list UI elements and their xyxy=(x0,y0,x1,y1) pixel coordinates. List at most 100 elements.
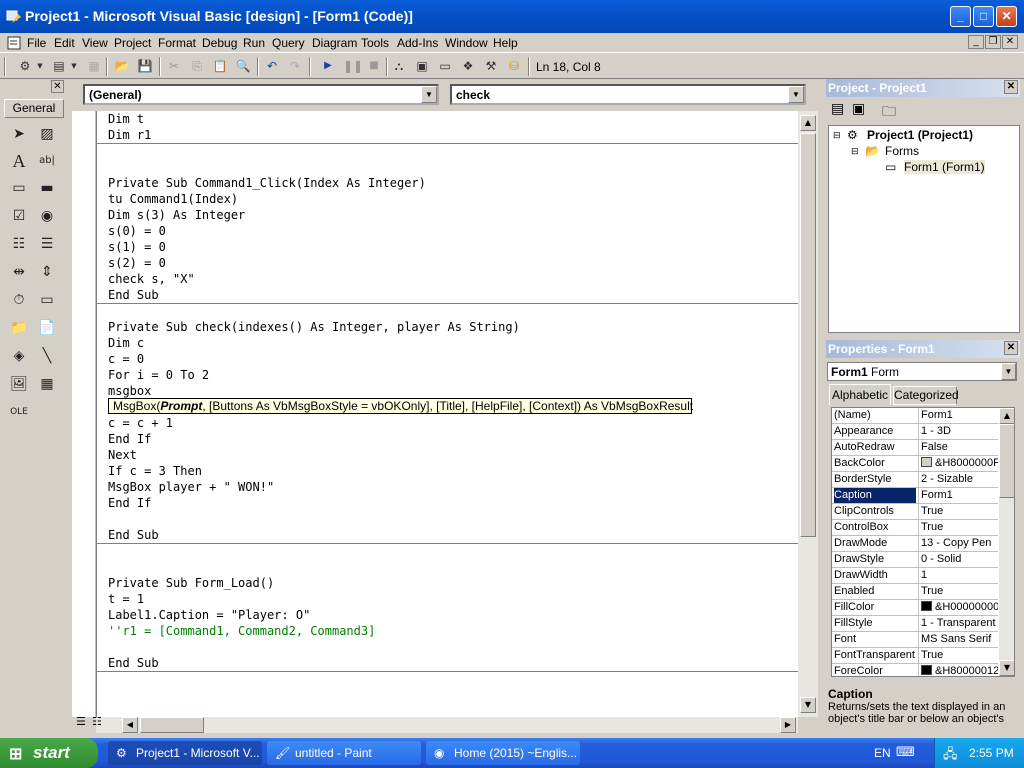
toolbox-tab-general[interactable]: General xyxy=(4,99,64,118)
property-row[interactable]: Appearance 1 - 3D xyxy=(832,424,998,440)
property-row[interactable]: AutoRedraw False xyxy=(832,440,998,456)
code-line[interactable]: c = c + 1 xyxy=(108,415,173,431)
code-line[interactable]: tu Command1(Index) xyxy=(108,191,238,207)
form-layout-icon[interactable]: ▭ xyxy=(437,58,453,74)
code-line[interactable]: Dim c xyxy=(108,335,144,351)
code-editor[interactable]: Dim t Dim r1 Private Sub Command1_Click(… xyxy=(96,111,798,717)
code-line[interactable]: Dim r1 xyxy=(108,127,151,143)
scroll-down-icon[interactable]: ▼ xyxy=(800,697,816,713)
keyboard-icon[interactable]: ⌨ xyxy=(896,745,915,760)
property-row[interactable]: Font MS Sans Serif xyxy=(832,632,998,648)
end-icon[interactable]: ■ xyxy=(366,58,382,74)
code-line[interactable]: s(2) = 0 xyxy=(108,255,166,271)
tree-forms-folder[interactable]: Forms xyxy=(885,144,919,158)
procedure-view-icon[interactable]: ☰ xyxy=(76,715,86,728)
combobox-tool-icon[interactable]: ☷ xyxy=(7,232,31,256)
menu-tools[interactable]: Tools xyxy=(361,36,389,50)
property-value[interactable]: False xyxy=(918,440,998,455)
property-row[interactable]: DrawStyle 0 - Solid xyxy=(832,552,998,568)
start-icon[interactable]: ▶ xyxy=(320,58,336,74)
code-line[interactable]: Private Sub check(indexes() As Integer, … xyxy=(108,319,520,335)
commandbutton-tool-icon[interactable]: ▬ xyxy=(35,176,59,200)
property-value[interactable]: Form1 xyxy=(918,488,998,503)
object-browser-icon[interactable]: ❖ xyxy=(460,58,476,74)
task-paint[interactable]: 🖌 untitled - Paint xyxy=(267,741,421,765)
tab-categorized[interactable]: Categorized xyxy=(893,386,959,405)
property-value[interactable]: 1 xyxy=(918,568,998,583)
chevron-down-icon[interactable]: ▼ xyxy=(421,86,437,103)
code-line[interactable]: Next xyxy=(108,447,137,463)
property-row-selected[interactable]: Caption Form1 xyxy=(832,488,998,504)
property-row[interactable]: (Name) Form1 xyxy=(832,408,998,424)
code-line[interactable]: s(1) = 0 xyxy=(108,239,166,255)
menu-query[interactable]: Query xyxy=(272,36,305,50)
property-value[interactable]: True xyxy=(918,648,998,663)
properties-close-button[interactable]: ✕ xyxy=(1004,341,1018,355)
window-title-bar[interactable]: Project1 - Microsoft Visual Basic [desig… xyxy=(0,0,1024,33)
scroll-thumb[interactable] xyxy=(999,424,1014,498)
vscrollbar-tool-icon[interactable]: ⇕ xyxy=(35,260,59,284)
ole-tool-icon[interactable]: OLE xyxy=(7,400,31,424)
mdi-close-button[interactable]: ✕ xyxy=(1002,35,1018,49)
open-icon[interactable]: 📂 xyxy=(114,58,130,74)
full-module-view-icon[interactable]: ☷ xyxy=(92,715,102,728)
menu-edit[interactable]: Edit xyxy=(54,36,75,50)
property-value[interactable]: True xyxy=(918,520,998,535)
language-indicator[interactable]: EN xyxy=(874,746,891,760)
code-line[interactable]: c = 0 xyxy=(108,351,144,367)
tree-project-node[interactable]: Project1 (Project1) xyxy=(867,128,973,142)
task-vb[interactable]: ⚙ Project1 - Microsoft V... xyxy=(108,741,262,765)
undo-icon[interactable]: ↶ xyxy=(264,58,280,74)
shape-tool-icon[interactable]: ◈ xyxy=(7,344,31,368)
code-line[interactable]: check s, "X" xyxy=(108,271,195,287)
hscrollbar-tool-icon[interactable]: ⇹ xyxy=(7,260,31,284)
property-value[interactable]: MS Sans Serif xyxy=(918,632,998,647)
listbox-tool-icon[interactable]: ☰ xyxy=(35,232,59,256)
view-object-icon[interactable]: ▣ xyxy=(852,101,865,117)
break-icon[interactable]: ❚❚ xyxy=(343,58,363,74)
menu-run[interactable]: Run xyxy=(243,36,265,50)
menu-editor-icon[interactable]: ▦ xyxy=(86,58,102,74)
filelistbox-tool-icon[interactable]: 📄 xyxy=(35,316,59,340)
menu-file[interactable]: File xyxy=(27,36,46,50)
add-project-icon[interactable]: ⚙ xyxy=(17,58,33,74)
find-icon[interactable]: 🔍 xyxy=(235,58,251,74)
scroll-down-icon[interactable]: ▼ xyxy=(999,660,1014,676)
timer-tool-icon[interactable]: ⏱ xyxy=(7,288,31,312)
project-explorer-icon[interactable]: ⛬ xyxy=(391,58,407,74)
property-row[interactable]: FontTransparent True xyxy=(832,648,998,664)
pointer-tool-icon[interactable]: ➤ xyxy=(7,122,31,146)
code-line[interactable]: msgbox xyxy=(108,383,151,399)
menu-diagram[interactable]: Diagram xyxy=(312,36,357,50)
procedure-combo[interactable]: check ▼ xyxy=(450,84,806,105)
frame-tool-icon[interactable]: ▭ xyxy=(7,176,31,200)
property-row[interactable]: DrawMode 13 - Copy Pen xyxy=(832,536,998,552)
code-line[interactable]: t = 1 xyxy=(108,591,144,607)
menu-help[interactable]: Help xyxy=(493,36,518,50)
property-value[interactable]: 0 - Solid xyxy=(918,552,998,567)
mdi-minimize-button[interactable]: _ xyxy=(968,35,984,49)
scroll-thumb[interactable] xyxy=(140,717,204,733)
code-line[interactable]: Label1.Caption = "Player: O" xyxy=(108,607,310,623)
property-row[interactable]: ForeColor &H80000012 xyxy=(832,664,998,676)
data-view-icon[interactable]: ⛁ xyxy=(506,58,522,74)
mdi-restore-button[interactable]: ❐ xyxy=(985,35,1001,49)
code-vertical-scrollbar[interactable]: ▲ ▼ xyxy=(798,111,818,717)
code-line[interactable]: End Sub xyxy=(108,287,159,303)
code-window-icon[interactable] xyxy=(7,36,21,50)
property-row[interactable]: ClipControls True xyxy=(832,504,998,520)
property-row[interactable]: ControlBox True xyxy=(832,520,998,536)
checkbox-tool-icon[interactable]: ☑ xyxy=(7,204,31,228)
code-line[interactable]: Dim s(3) As Integer xyxy=(108,207,245,223)
chevron-down-icon[interactable]: ▼ xyxy=(1001,363,1016,380)
code-line-comment[interactable]: ''r1 = [Command1, Command2, Command3] xyxy=(108,623,375,639)
project-explorer-title-bar[interactable]: Project - Project1 ✕ xyxy=(826,79,1020,97)
code-line[interactable]: MsgBox player + " WON!" xyxy=(108,479,274,495)
property-value[interactable]: True xyxy=(918,584,998,599)
property-row[interactable]: Enabled True xyxy=(832,584,998,600)
property-row[interactable]: DrawWidth 1 xyxy=(832,568,998,584)
save-icon[interactable]: 💾 xyxy=(137,58,153,74)
close-button[interactable]: ✕ xyxy=(996,6,1017,27)
property-row[interactable]: FillColor &H00000000 xyxy=(832,600,998,616)
code-line[interactable]: For i = 0 To 2 xyxy=(108,367,209,383)
